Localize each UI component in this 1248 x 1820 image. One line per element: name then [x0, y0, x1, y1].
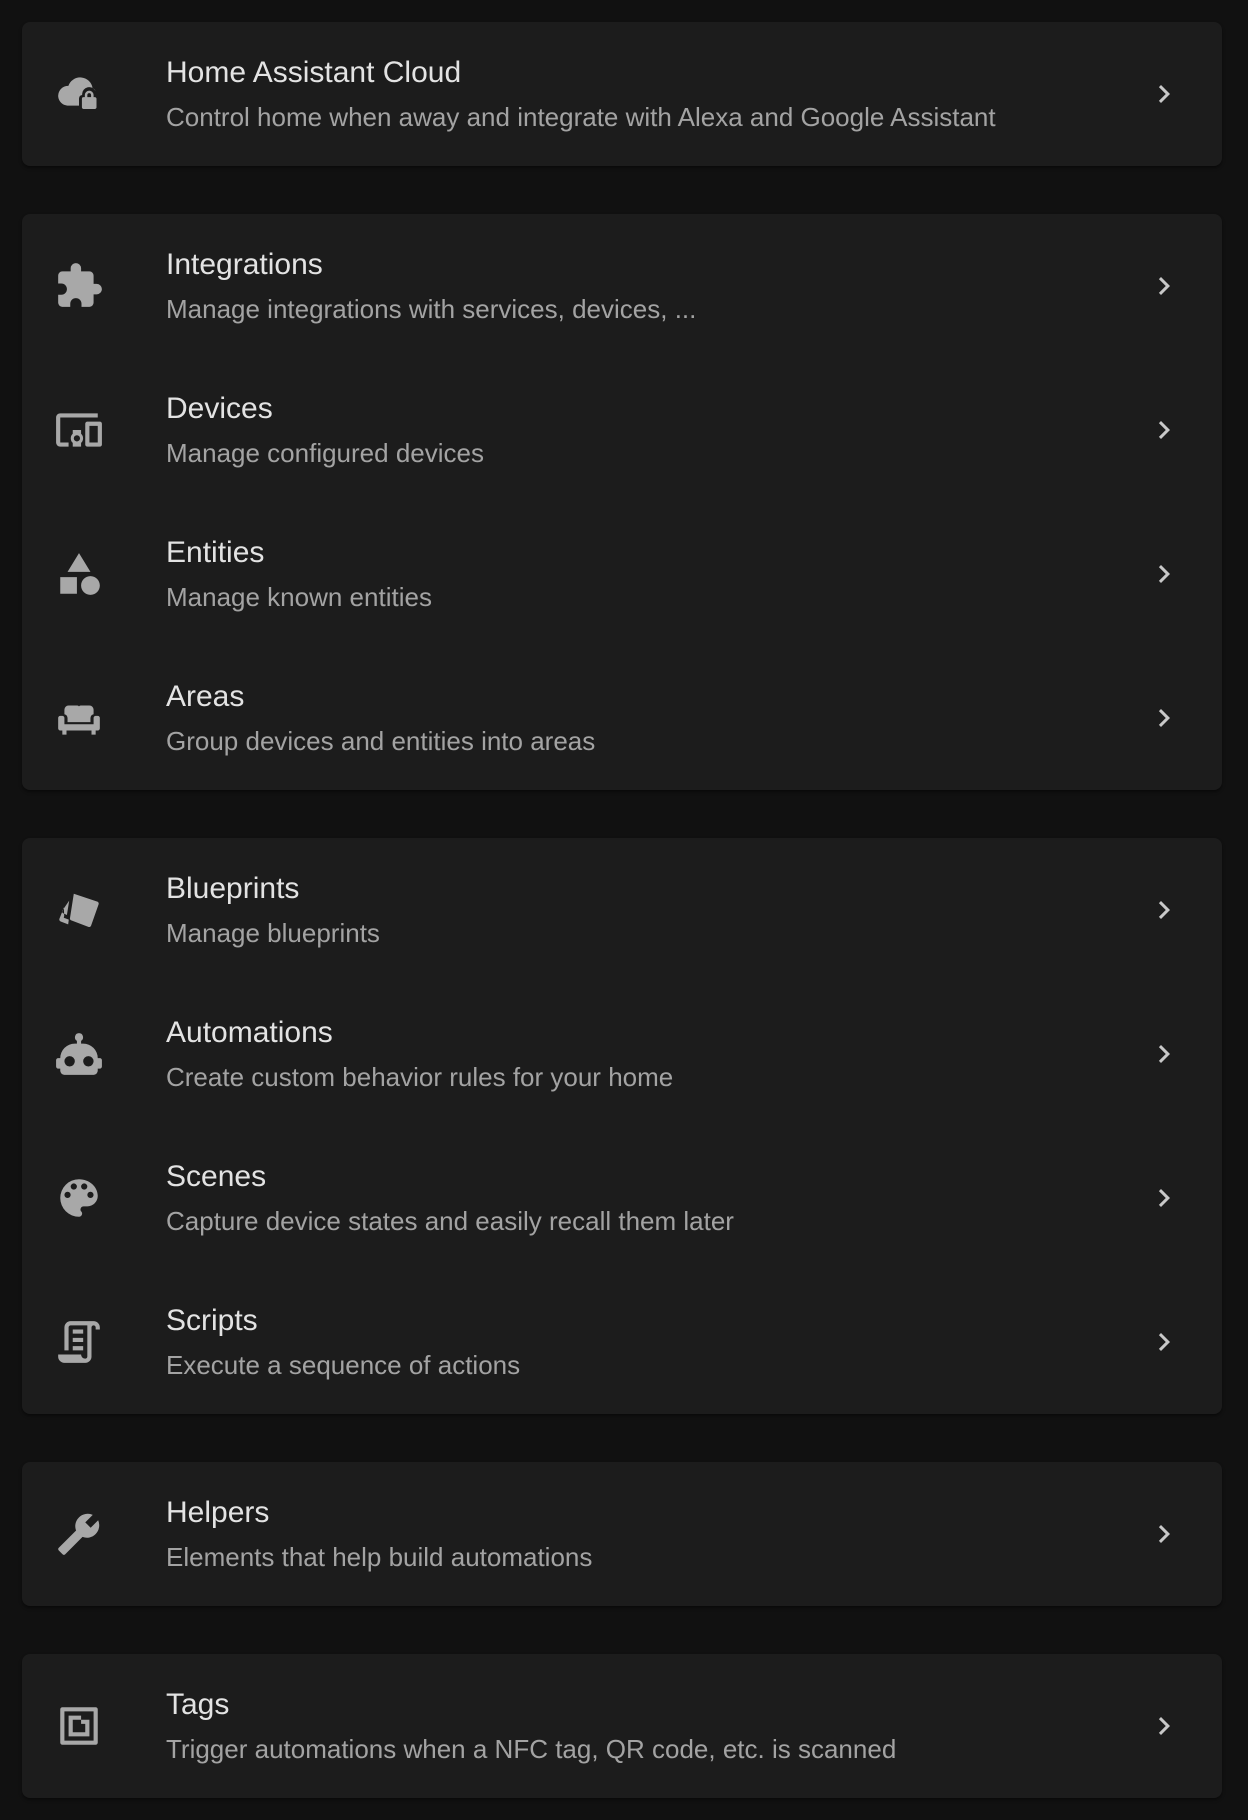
cloud-lock-icon [54, 69, 104, 119]
menu-item-title: Scripts [166, 1304, 258, 1337]
chevron-right-icon [1146, 1708, 1182, 1744]
menu-item-subtitle: Group devices and entities into areas [166, 726, 596, 756]
menu-item-title: Areas [166, 680, 245, 713]
menu-item-text: Integrations Manage integrations with se… [166, 246, 1102, 326]
menu-item-scripts[interactable]: Scripts Execute a sequence of actions [22, 1270, 1222, 1414]
chevron-right-icon [1146, 892, 1182, 928]
chevron-right-icon [1146, 556, 1182, 592]
chevron-right-icon [1146, 1516, 1182, 1552]
menu-item-home-assistant-cloud[interactable]: Home Assistant Cloud Control home when a… [22, 22, 1222, 166]
menu-item-automations[interactable]: Automations Create custom behavior rules… [22, 982, 1222, 1126]
menu-item-title: Integrations [166, 248, 323, 281]
menu-item-title: Blueprints [166, 872, 300, 905]
menu-item-scenes[interactable]: Scenes Capture device states and easily … [22, 1126, 1222, 1270]
chevron-right-icon [1146, 1324, 1182, 1360]
blueprint-icon [54, 885, 104, 935]
menu-item-helpers[interactable]: Helpers Elements that help build automat… [22, 1462, 1222, 1606]
menu-item-subtitle: Elements that help build automations [166, 1542, 593, 1572]
menu-item-text: Blueprints Manage blueprints [166, 870, 1102, 950]
chevron-right-icon [1146, 76, 1182, 112]
menu-item-text: Helpers Elements that help build automat… [166, 1494, 1102, 1574]
menu-item-subtitle: Trigger automations when a NFC tag, QR c… [166, 1734, 897, 1764]
menu-item-title: Entities [166, 536, 265, 569]
menu-item-text: Home Assistant Cloud Control home when a… [166, 54, 1102, 134]
menu-item-subtitle: Manage integrations with services, devic… [166, 294, 697, 324]
menu-item-title: Helpers [166, 1496, 270, 1529]
menu-item-tags[interactable]: Tags Trigger automations when a NFC tag,… [22, 1654, 1222, 1798]
menu-item-text: Automations Create custom behavior rules… [166, 1014, 1102, 1094]
settings-card-tags: Tags Trigger automations when a NFC tag,… [22, 1654, 1222, 1798]
puzzle-icon [54, 261, 104, 311]
menu-item-text: Scenes Capture device states and easily … [166, 1158, 1102, 1238]
robot-icon [54, 1029, 104, 1079]
chevron-right-icon [1146, 412, 1182, 448]
menu-item-subtitle: Manage configured devices [166, 438, 484, 468]
nfc-tag-icon [54, 1701, 104, 1751]
tools-icon [54, 1509, 104, 1559]
sofa-icon [54, 693, 104, 743]
chevron-right-icon [1146, 268, 1182, 304]
menu-item-title: Scenes [166, 1160, 267, 1193]
script-icon [54, 1317, 104, 1367]
devices-icon [54, 405, 104, 455]
menu-item-subtitle: Execute a sequence of actions [166, 1350, 521, 1380]
menu-item-subtitle: Capture device states and easily recall … [166, 1206, 734, 1236]
chevron-right-icon [1146, 700, 1182, 736]
menu-item-text: Tags Trigger automations when a NFC tag,… [166, 1686, 1102, 1766]
menu-item-title: Automations [166, 1016, 333, 1049]
palette-icon [54, 1173, 104, 1223]
menu-item-text: Scripts Execute a sequence of actions [166, 1302, 1102, 1382]
menu-item-devices[interactable]: Devices Manage configured devices [22, 358, 1222, 502]
settings-card-helpers: Helpers Elements that help build automat… [22, 1462, 1222, 1606]
chevron-right-icon [1146, 1180, 1182, 1216]
settings-card-cloud: Home Assistant Cloud Control home when a… [22, 22, 1222, 166]
settings-card-automation: Blueprints Manage blueprints Automations… [22, 838, 1222, 1414]
menu-item-subtitle: Manage known entities [166, 582, 432, 612]
menu-item-text: Areas Group devices and entities into ar… [166, 678, 1102, 758]
menu-item-integrations[interactable]: Integrations Manage integrations with se… [22, 214, 1222, 358]
menu-item-subtitle: Control home when away and integrate wit… [166, 102, 996, 132]
menu-item-blueprints[interactable]: Blueprints Manage blueprints [22, 838, 1222, 982]
menu-item-entities[interactable]: Entities Manage known entities [22, 502, 1222, 646]
menu-item-subtitle: Create custom behavior rules for your ho… [166, 1062, 674, 1092]
settings-card-devices-services: Integrations Manage integrations with se… [22, 214, 1222, 790]
menu-item-areas[interactable]: Areas Group devices and entities into ar… [22, 646, 1222, 790]
shapes-icon [54, 549, 104, 599]
menu-item-title: Tags [166, 1688, 230, 1721]
menu-item-text: Devices Manage configured devices [166, 390, 1102, 470]
settings-page: Home Assistant Cloud Control home when a… [0, 0, 1248, 1820]
menu-item-subtitle: Manage blueprints [166, 918, 380, 948]
chevron-right-icon [1146, 1036, 1182, 1072]
menu-item-title: Devices [166, 392, 273, 425]
menu-item-text: Entities Manage known entities [166, 534, 1102, 614]
menu-item-title: Home Assistant Cloud [166, 56, 462, 89]
